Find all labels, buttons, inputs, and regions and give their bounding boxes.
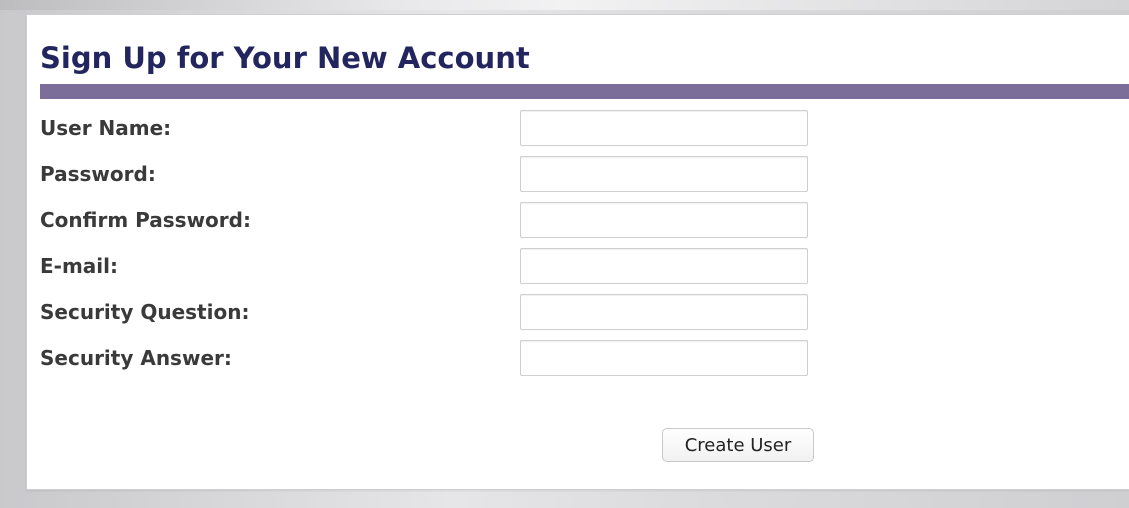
security-question-label: Security Question: (40, 300, 250, 324)
page-title: Sign Up for Your New Account (40, 41, 530, 75)
form-row-email: E-mail: (40, 248, 1120, 284)
username-label: User Name: (40, 116, 172, 140)
security-answer-input[interactable] (520, 340, 808, 376)
title-divider (40, 84, 1129, 99)
signup-panel: Sign Up for Your New Account User Name: … (26, 14, 1129, 490)
username-input[interactable] (520, 110, 808, 146)
form-row-username: User Name: (40, 110, 1120, 146)
window-top-edge (0, 0, 1129, 10)
confirm-password-input[interactable] (520, 202, 808, 238)
confirm-password-label: Confirm Password: (40, 208, 251, 232)
form-row-password: Password: (40, 156, 1120, 192)
create-user-button[interactable]: Create User (662, 428, 814, 462)
form-row-confirm-password: Confirm Password: (40, 202, 1120, 238)
email-input[interactable] (520, 248, 808, 284)
password-input[interactable] (520, 156, 808, 192)
email-label: E-mail: (40, 254, 119, 278)
security-answer-label: Security Answer: (40, 346, 232, 370)
password-label: Password: (40, 162, 156, 186)
form-row-security-question: Security Question: (40, 294, 1120, 330)
form-row-security-answer: Security Answer: (40, 340, 1120, 376)
security-question-input[interactable] (520, 294, 808, 330)
